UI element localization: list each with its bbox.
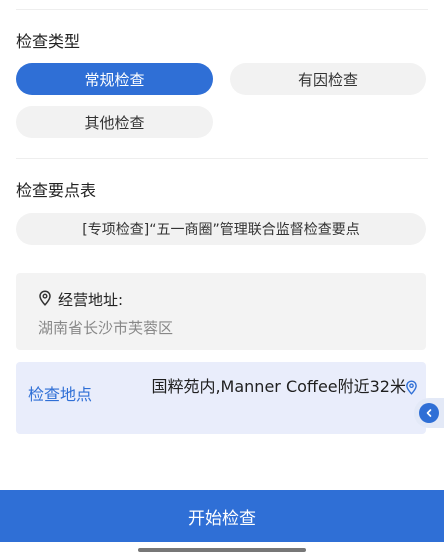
checklist-select[interactable]: [专项检查]“五一商圈”管理联合监督检查要点	[16, 213, 426, 245]
location-pin-icon[interactable]	[405, 380, 418, 399]
inspection-type-title: 检查类型	[16, 32, 81, 51]
checklist-value: [专项检查]“五一商圈”管理联合监督检查要点	[82, 222, 360, 238]
section-divider	[16, 158, 428, 159]
business-address-label: 经营地址:	[58, 291, 124, 309]
side-float-tab[interactable]	[414, 398, 444, 428]
inspection-type-option-cause[interactable]: 有因检查	[230, 63, 426, 95]
business-address-label-row: 经营地址:	[38, 289, 123, 310]
business-address-card: 经营地址: 湖南省长沙市芙蓉区	[16, 273, 426, 350]
checklist-title: 检查要点表	[16, 181, 97, 200]
inspection-type-option-routine[interactable]: 常规检查	[16, 63, 213, 95]
inspection-location-label: 检查地点	[28, 385, 93, 404]
chevron-left-icon	[419, 403, 439, 423]
location-pin-icon	[38, 289, 52, 310]
top-divider	[16, 9, 428, 10]
home-indicator	[138, 548, 306, 552]
inspection-type-option-other[interactable]: 其他检查	[16, 106, 213, 138]
inspection-form-page: 检查类型 常规检查 有因检查 其他检查 检查要点表 [专项检查]“五一商圈”管理…	[0, 0, 444, 560]
inspection-location-card[interactable]: 检查地点 国粹苑内,Manner Coffee附近32米	[16, 362, 426, 434]
inspection-location-value: 国粹苑内,Manner Coffee附近32米	[151, 377, 406, 396]
business-address-value: 湖南省长沙市芙蓉区	[38, 319, 174, 337]
start-inspection-button[interactable]: 开始检查	[0, 490, 444, 542]
